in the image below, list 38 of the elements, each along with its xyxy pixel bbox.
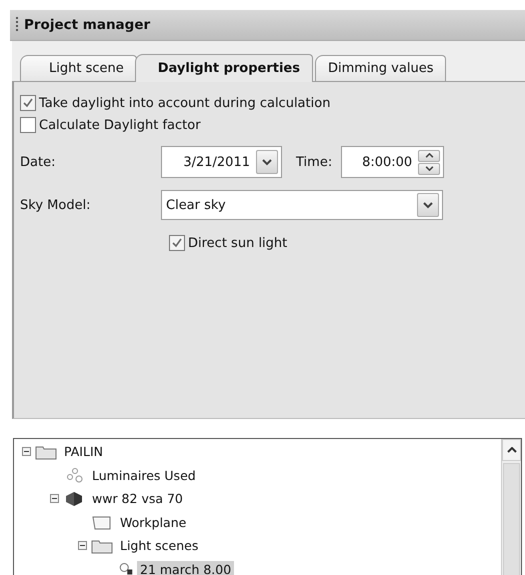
- tab[interactable]: Light scene: [20, 55, 137, 81]
- dropdown-icon[interactable]: [256, 150, 278, 174]
- light-scene-icon: [119, 563, 133, 575]
- cube-icon: [63, 490, 85, 507]
- tab[interactable]: Daylight properties: [134, 54, 313, 82]
- checkbox[interactable]: [20, 95, 36, 111]
- checkbox-label: Direct sun light: [188, 236, 288, 250]
- tree-item[interactable]: Workplane: [117, 514, 190, 531]
- scrollbar[interactable]: [501, 439, 521, 575]
- tab[interactable]: Dimming values: [315, 55, 446, 81]
- check-icon: [171, 237, 183, 249]
- scroll-up-icon[interactable]: [502, 439, 521, 461]
- sky-model-dropdown[interactable]: Clear sky: [161, 190, 443, 220]
- collapse-icon[interactable]: [78, 541, 87, 550]
- date-picker[interactable]: 3/21/2011: [161, 146, 282, 178]
- tree-item[interactable]: 21 march 8.00: [137, 560, 234, 575]
- tree-item[interactable]: PAILIN: [61, 443, 106, 460]
- folder-icon: [35, 444, 57, 460]
- panel-title: Project manager: [24, 17, 150, 33]
- check-icon: [22, 97, 34, 109]
- tree-item[interactable]: wwr 82 vsa 70: [89, 490, 186, 508]
- checkbox[interactable]: [20, 117, 36, 133]
- sky-model-label: Sky Model:: [20, 198, 92, 212]
- folder-icon: [91, 538, 113, 554]
- checkbox[interactable]: [169, 235, 185, 251]
- tree-item[interactable]: Light scenes: [117, 537, 202, 554]
- workplane-icon: [91, 514, 113, 530]
- dropdown-icon[interactable]: [417, 193, 439, 217]
- time-label: Time:: [296, 154, 332, 170]
- collapse-icon[interactable]: [22, 447, 31, 456]
- collapse-icon[interactable]: [50, 494, 59, 504]
- spin-down-icon[interactable]: [418, 162, 440, 174]
- checkbox-label: Calculate Daylight factor: [39, 118, 201, 132]
- tree-item[interactable]: Luminaires Used: [89, 466, 199, 484]
- checkbox-label: Take daylight into account during calculation: [39, 96, 330, 110]
- time-spinner[interactable]: 8:00:00: [341, 146, 444, 178]
- date-label: Date:: [20, 154, 56, 170]
- spin-up-icon[interactable]: [418, 150, 440, 162]
